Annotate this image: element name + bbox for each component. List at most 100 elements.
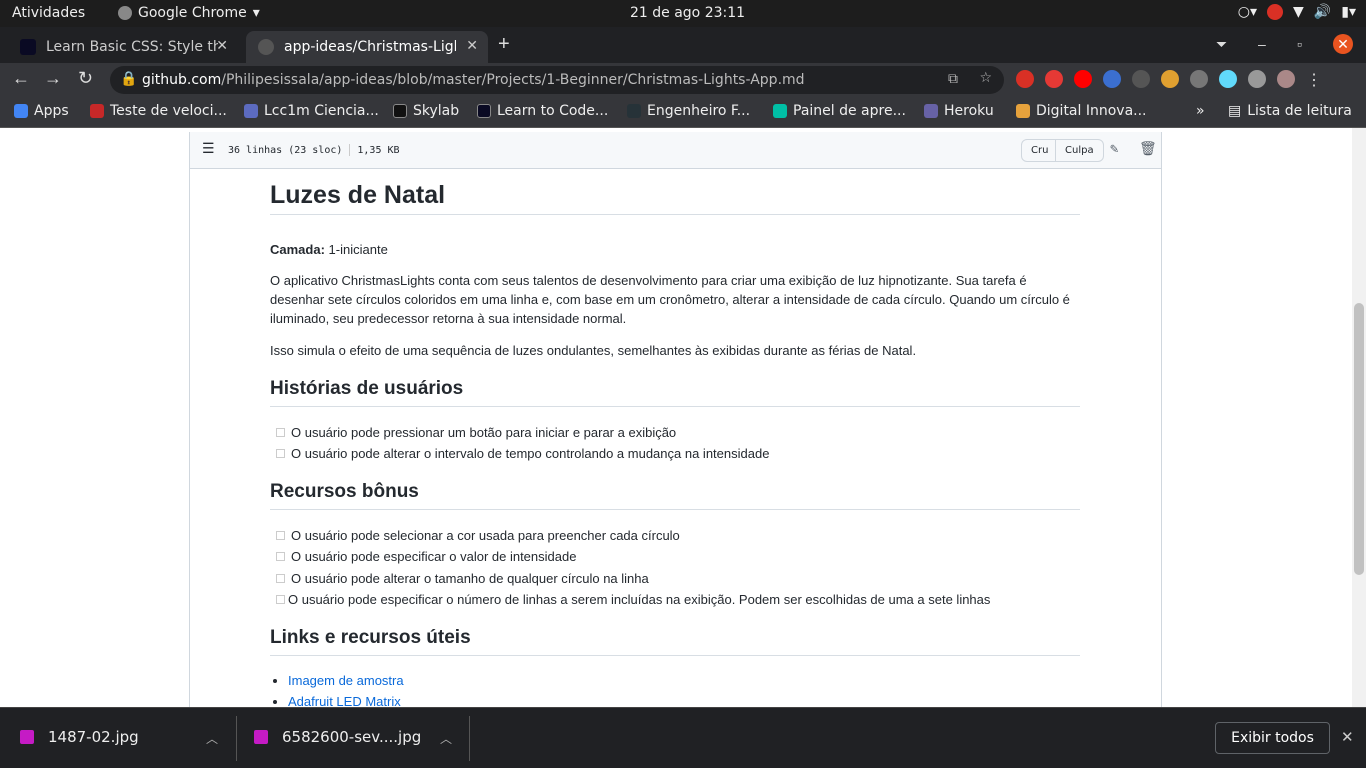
blame-button[interactable]: Culpa <box>1055 139 1104 162</box>
list-item: Adafruit LED Matrix <box>288 692 404 707</box>
downloads-bar: 1487-02.jpg ︿ 6582600-sev....jpg ︿ Exibi… <box>0 707 1366 768</box>
heroku-icon <box>924 104 938 118</box>
translate-icon[interactable]: ⧉ <box>948 71 958 87</box>
raw-button[interactable]: Cru <box>1021 139 1059 162</box>
gnome-ext-icon[interactable] <box>1190 70 1208 88</box>
tab-search-icon[interactable]: ⏷ <box>1216 36 1227 53</box>
system-tray[interactable]: ○▾ ▼ 🔊 ▮▾ <box>1238 4 1356 20</box>
edit-pencil-icon[interactable]: ✎ <box>1110 141 1118 157</box>
download-item[interactable]: 1487-02.jpg <box>20 728 139 746</box>
list-item: Imagem de amostra <box>288 671 404 692</box>
gmail-ext-icon[interactable] <box>1016 70 1034 88</box>
new-tab-button[interactable]: + <box>498 33 510 56</box>
minimize-button[interactable]: – <box>1258 36 1266 52</box>
checkbox[interactable] <box>276 552 285 561</box>
speedtest-icon <box>90 104 104 118</box>
puzzle-icon[interactable] <box>1248 70 1266 88</box>
close-window-button[interactable]: ✕ <box>1333 34 1353 54</box>
checkbox[interactable] <box>276 428 285 437</box>
user-stories-heading: Histórias de usuários <box>270 379 1080 407</box>
show-all-button[interactable]: Exibir todos <box>1215 722 1330 754</box>
close-tab-icon[interactable]: ✕ <box>466 38 478 54</box>
task-item: O usuário pode especificar o número de l… <box>270 590 990 609</box>
bookmarks-overflow-icon[interactable]: » <box>1196 103 1205 119</box>
bookmark-lcc1m[interactable]: Lcc1m Ciencia... <box>244 103 379 119</box>
image-file-icon <box>20 730 34 744</box>
reading-list[interactable]: ▤ Lista de leitura <box>1228 103 1352 119</box>
checkbox[interactable] <box>276 574 285 583</box>
outline-list-icon[interactable]: ☰ <box>202 141 215 157</box>
download-item[interactable]: 6582600-sev....jpg <box>254 728 421 746</box>
links-list: Imagem de amostra Adafruit LED Matrix <box>288 671 404 707</box>
painel-icon <box>773 104 787 118</box>
engenheiro-icon <box>627 104 641 118</box>
freecodecamp-icon <box>20 39 36 55</box>
tab-learn-css[interactable]: Learn Basic CSS: Style the ✕ <box>8 31 238 63</box>
description-paragraph: O aplicativo ChristmasLights conta com s… <box>270 273 1070 326</box>
wifi-icon: ▼ <box>1293 4 1304 20</box>
bookmark-painel[interactable]: Painel de apre... <box>773 103 906 119</box>
checkbox[interactable] <box>276 449 285 458</box>
bookmark-star-icon[interactable]: ☆ <box>979 70 992 86</box>
task-item: O usuário pode alterar o tamanho de qual… <box>270 569 649 588</box>
youtube-ext-icon[interactable] <box>1074 70 1092 88</box>
trash-icon[interactable]: 🗑 <box>1139 141 1157 157</box>
adafruit-link[interactable]: Adafruit LED Matrix <box>288 694 401 707</box>
address-bar[interactable]: 🔒 github.com/Philipesissala/app-ideas/bl… <box>110 66 1004 94</box>
bookmark-apps[interactable]: Apps <box>14 103 69 119</box>
close-tab-icon[interactable]: ✕ <box>216 38 228 54</box>
browser-toolbar: ← → ↻ 🔒 github.com/Philipesissala/app-id… <box>0 63 1366 96</box>
tab-app-ideas[interactable]: app-ideas/Christmas-Ligh ✕ <box>246 31 488 63</box>
dio-icon <box>1016 104 1030 118</box>
maximize-button[interactable]: ▫ <box>1297 36 1302 52</box>
chevron-up-icon[interactable]: ︿ <box>440 730 452 747</box>
forward-icon[interactable]: → <box>44 68 62 89</box>
extension-icon[interactable] <box>1103 70 1121 88</box>
back-icon[interactable]: ← <box>12 68 30 89</box>
skylab-icon <box>393 104 407 118</box>
line-count: 36 linhas (23 sloc) <box>228 145 343 156</box>
bookmark-skylab[interactable]: Skylab <box>393 103 459 119</box>
reload-icon[interactable]: ↻ <box>78 68 93 89</box>
task-item: O usuário pode pressionar um botão para … <box>270 423 676 442</box>
bookmark-engenheiro[interactable]: Engenheiro F... <box>627 103 750 119</box>
scrollbar-thumb[interactable] <box>1354 303 1364 575</box>
gmail-icon <box>1267 4 1284 20</box>
glasses-ext-icon[interactable] <box>1161 70 1179 88</box>
effect-paragraph: Isso simula o efeito de uma sequência de… <box>270 343 917 358</box>
task-item: O usuário pode selecionar a cor usada pa… <box>270 526 680 545</box>
bookmark-learn-to-code[interactable]: Learn to Code... <box>477 103 608 119</box>
react-devtools-icon[interactable] <box>1219 70 1237 88</box>
caret-down-icon: ▾ <box>252 5 260 21</box>
sample-image-link[interactable]: Imagem de amostra <box>288 673 404 688</box>
close-downloads-icon[interactable]: ✕ <box>1341 728 1354 746</box>
volume-icon: 🔊 <box>1313 4 1332 20</box>
tab-strip: Learn Basic CSS: Style the ✕ app-ideas/C… <box>0 27 1366 63</box>
lock-icon: 🔒 <box>120 71 138 87</box>
chevron-up-icon[interactable]: ︿ <box>206 730 218 747</box>
status-circle-icon: ○▾ <box>1237 4 1258 20</box>
task-item: O usuário pode especificar o valor de in… <box>270 547 576 566</box>
bookmark-digital-innovation[interactable]: Digital Innova... <box>1016 103 1147 119</box>
adblock-ext-icon[interactable] <box>1045 70 1063 88</box>
file-box: ☰ 36 linhas (23 sloc) 1,35 KB Cru Culpa ✎… <box>189 132 1162 707</box>
bookmarks-bar: Apps Teste de veloci... Lcc1m Ciencia...… <box>0 96 1366 128</box>
checkbox[interactable] <box>276 531 285 540</box>
clock[interactable]: 21 de ago 23:11 <box>630 5 745 21</box>
json-ext-icon[interactable] <box>1132 70 1150 88</box>
app-menu[interactable]: Google Chrome ▾ <box>118 5 260 21</box>
task-item: O usuário pode alterar o intervalo de te… <box>270 444 769 463</box>
kebab-menu-icon[interactable]: ⋮ <box>1306 70 1322 90</box>
bookmark-speed-test[interactable]: Teste de veloci... <box>90 103 227 119</box>
lcc1m-icon <box>244 104 258 118</box>
scrollbar[interactable] <box>1352 128 1366 707</box>
apps-grid-icon <box>14 104 28 118</box>
bookmark-heroku[interactable]: Heroku <box>924 103 994 119</box>
bonus-features-heading: Recursos bônus <box>270 482 1080 510</box>
checkbox[interactable] <box>276 595 285 604</box>
activities-button[interactable]: Atividades <box>12 5 85 21</box>
freecodecamp-icon <box>477 104 491 118</box>
page-content: ☰ 36 linhas (23 sloc) 1,35 KB Cru Culpa ✎… <box>0 128 1352 707</box>
extensions-bar: ⋮ <box>1016 70 1322 90</box>
avatar[interactable] <box>1277 70 1295 88</box>
